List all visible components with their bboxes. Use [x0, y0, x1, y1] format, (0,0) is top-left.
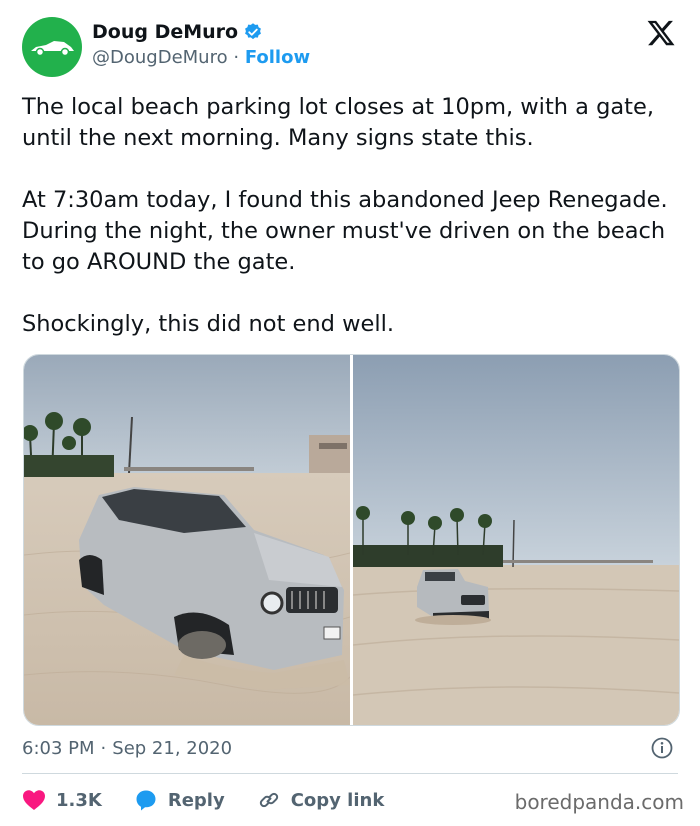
copy-link-button[interactable]: Copy link: [257, 788, 385, 812]
copy-link-label: Copy link: [290, 789, 385, 811]
photo-jeep-wide[interactable]: [353, 355, 679, 725]
tweet-text: The local beach parking lot closes at 10…: [22, 94, 668, 337]
tweet-meta: 6:03 PM · Sep 21, 2020: [22, 735, 678, 761]
jeep-closeup-image: [24, 355, 350, 725]
like-button[interactable]: 1.3K: [22, 789, 102, 811]
verified-badge-icon: [245, 23, 262, 40]
info-icon[interactable]: [650, 736, 674, 760]
tweet-date[interactable]: Sep 21, 2020: [112, 738, 232, 759]
photo-jeep-closeup[interactable]: [24, 355, 350, 725]
like-count: 1.3K: [56, 789, 102, 811]
avatar[interactable]: [22, 17, 82, 77]
author-handle[interactable]: @DougDeMuro: [92, 47, 228, 68]
media-grid: [23, 354, 680, 726]
link-icon: [259, 792, 278, 808]
watermark: boredpanda.com: [514, 790, 684, 814]
x-logo-icon[interactable]: [646, 18, 676, 48]
follow-button[interactable]: Follow: [245, 47, 310, 68]
car-logo-icon: [31, 41, 74, 57]
tweet-time[interactable]: 6:03 PM: [22, 738, 95, 759]
reply-button[interactable]: Reply: [134, 788, 225, 812]
reply-label: Reply: [167, 789, 225, 811]
jeep-wide-image: [353, 355, 679, 725]
tweet-header: Doug DeMuro @DougDeMuro · Follow: [22, 16, 678, 77]
reply-bubble-icon: [136, 790, 156, 811]
author-name[interactable]: Doug DeMuro: [92, 21, 238, 43]
handle-separator: ·: [233, 47, 240, 68]
divider: [22, 773, 678, 774]
author-identity: Doug DeMuro @DougDeMuro · Follow: [92, 21, 310, 68]
heart-icon: [23, 790, 45, 810]
meta-separator: ·: [100, 737, 107, 759]
